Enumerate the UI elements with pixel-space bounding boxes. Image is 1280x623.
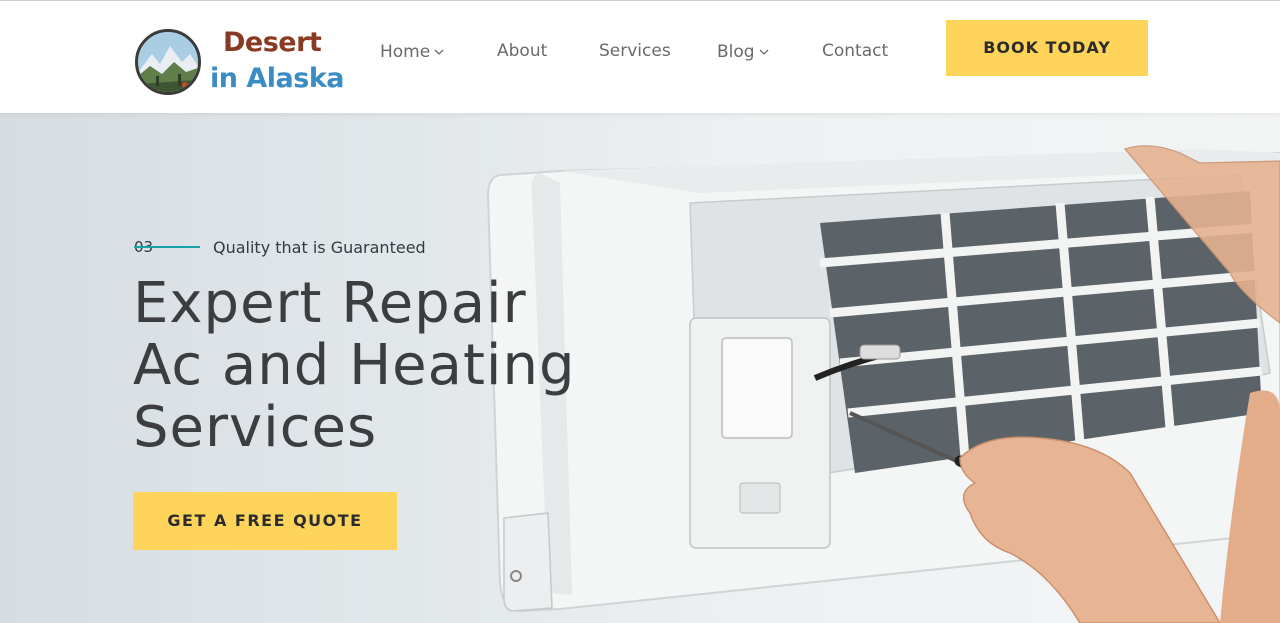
site-header: Desert in Alaska Home About Services Blo… [0, 0, 1280, 113]
nav-contact[interactable]: Contact [822, 41, 888, 63]
chevron-down-icon [759, 41, 769, 61]
eyebrow-text: Quality that is Guaranteed [213, 238, 426, 257]
logo-mountain-badge-icon [135, 29, 201, 95]
book-today-button[interactable]: BOOK TODAY [946, 20, 1148, 76]
nav-home[interactable]: Home [380, 41, 444, 63]
logo-text-desert: Desert [223, 27, 322, 58]
nav-services-label: Services [599, 41, 671, 61]
hero-title-line-2: Ac and Heating [133, 333, 576, 398]
hero-section: 03 Quality that is Guaranteed Expert Rep… [0, 113, 1280, 623]
get-free-quote-button[interactable]: GET A FREE QUOTE [133, 492, 397, 550]
nav-home-label: Home [380, 42, 431, 62]
nav-blog-label: Blog [717, 42, 755, 62]
hero-title: Expert Repair Ac and Heating Services [133, 273, 653, 459]
nav-services[interactable]: Services [599, 41, 671, 63]
eyebrow-divider-line [134, 246, 200, 248]
hero-title-line-1: Expert Repair [133, 271, 527, 336]
chevron-down-icon [434, 41, 444, 61]
nav-blog[interactable]: Blog [717, 41, 769, 63]
hero-title-line-3: Services [133, 395, 378, 460]
nav-about-label: About [497, 41, 548, 61]
nav-about[interactable]: About [497, 41, 547, 63]
nav-contact-label: Contact [822, 41, 889, 61]
site-logo[interactable]: Desert in Alaska [133, 21, 348, 101]
logo-text-alaska: in Alaska [210, 63, 345, 94]
